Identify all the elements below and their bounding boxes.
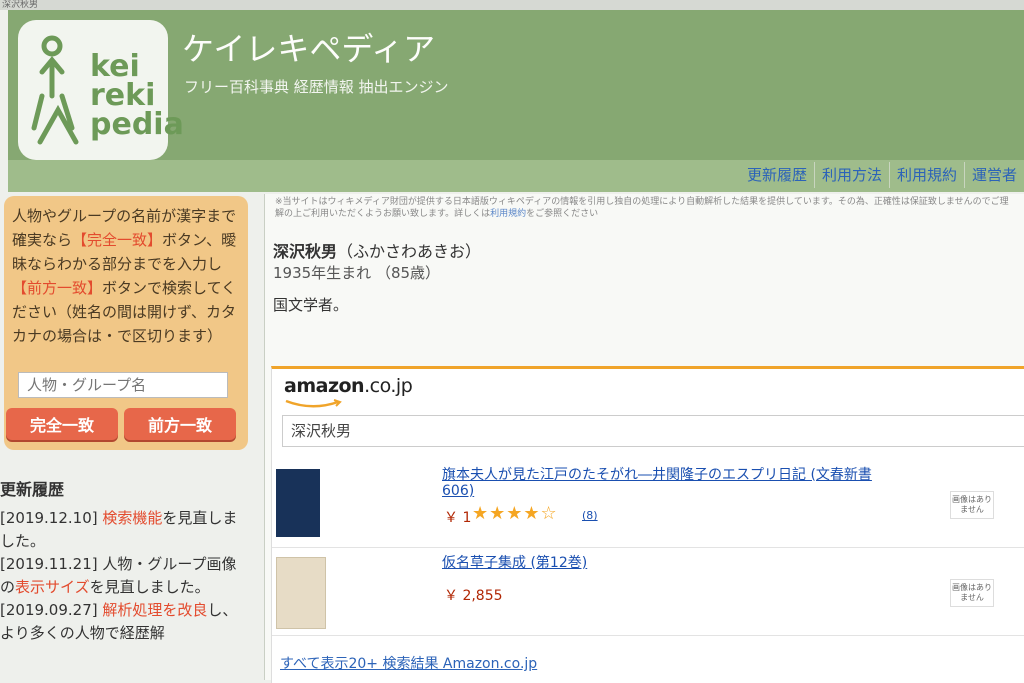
product-price: ￥ 2,855	[444, 588, 503, 604]
disclaimer-notice: ※当サイトはウィキメディア財団が提供する日本語版ウィキペディアの情報を引用し独自…	[275, 197, 1009, 219]
product-title-link[interactable]: 仮名草子集成 (第12巻)	[442, 555, 902, 571]
site-title[interactable]: ケイレキペディア	[182, 24, 435, 70]
update-entry: [2019.11.21] 人物・グループ画像の表示サイズを見直しました。	[0, 555, 237, 596]
update-entry: [2019.12.10] 検索機能を見直しました。	[0, 509, 238, 550]
update-entry: [2019.09.27] 解析処理を改良し、より多くの人物で経歴解	[0, 601, 238, 642]
walking-person-icon	[31, 35, 79, 145]
no-image-placeholder: 画像はありません	[950, 491, 994, 519]
product-item[interactable]: 仮名草子集成 (第12巻) ￥ 2,855 画像はありません	[272, 549, 1024, 636]
site-subtitle: フリー百科事典 経歴情報 抽出エンジン	[184, 78, 449, 96]
search-panel: 人物やグループの名前が漢字まで確実なら【完全一致】ボタン、曖昧ならわかる部分まで…	[4, 196, 248, 450]
nav-terms[interactable]: 利用規約	[888, 162, 964, 188]
book-cover-image[interactable]	[276, 469, 320, 537]
update-history: 更新履歴 [2019.12.10] 検索機能を見直しました。 [2019.11.…	[0, 478, 250, 645]
search-instructions: 人物やグループの名前が漢字まで確実なら【完全一致】ボタン、曖昧ならわかる部分まで…	[12, 207, 237, 345]
no-image-placeholder: 画像はありません	[950, 579, 994, 607]
prefix-match-button[interactable]: 前方一致	[124, 408, 236, 440]
person-search-input[interactable]	[18, 372, 228, 398]
book-cover-image[interactable]	[276, 557, 326, 629]
top-nav: 更新履歴 利用方法 利用規約 運営者	[740, 162, 1024, 188]
amazon-see-all-link[interactable]: すべて表示20+ 検索結果 Amazon.co.jp	[280, 653, 537, 673]
update-link[interactable]: 表示サイズ	[15, 578, 90, 596]
nav-operator[interactable]: 運営者	[963, 162, 1024, 188]
amazon-search-field[interactable]: 深沢秋男	[282, 415, 1024, 447]
update-link[interactable]: 解析処理を改良	[102, 601, 207, 619]
rating-stars: ★★★★☆	[472, 503, 558, 524]
nav-update-history[interactable]: 更新履歴	[740, 162, 814, 188]
person-birth: 1935年生まれ （85歳）	[273, 264, 441, 282]
update-history-heading: 更新履歴	[0, 480, 65, 499]
amazon-logo[interactable]: amazon.co.jp	[284, 375, 413, 397]
site-header: kei reki pedia ケイレキペディア フリー百科事典 経歴情報 抽出エ…	[8, 10, 1024, 192]
amazon-smile-icon	[285, 399, 342, 408]
product-item[interactable]: 旗本夫人が見た江戸のたそがれ―井関隆子のエスプリ日記 (文春新書 606) ￥ …	[272, 461, 1024, 548]
site-logo[interactable]: kei reki pedia	[18, 20, 184, 160]
window-strip: 深沢秋男	[0, 0, 1024, 10]
update-link[interactable]: 検索機能	[102, 509, 162, 527]
amazon-widget: amazon.co.jp 深沢秋男 旗本夫人が見た江戸のたそがれ―井関隆子のエス…	[271, 366, 1024, 683]
exact-match-button[interactable]: 完全一致	[6, 408, 118, 440]
nav-usage[interactable]: 利用方法	[813, 162, 889, 188]
product-price: ￥ 1	[444, 510, 472, 526]
person-description: 国文学者。	[273, 296, 349, 314]
person-name: 深沢秋男（ふかさわあきお）	[273, 242, 482, 261]
main-content: ※当サイトはウィキメディア財団が提供する日本語版ウィキペディアの情報を引用し独自…	[264, 194, 1024, 683]
review-count[interactable]: (8)	[582, 509, 598, 522]
product-title-link[interactable]: 旗本夫人が見た江戸のたそがれ―井関隆子のエスプリ日記 (文春新書 606)	[442, 467, 902, 499]
logo-wordmark: kei reki pedia	[90, 49, 184, 142]
terms-link[interactable]: 利用規約	[490, 209, 526, 219]
